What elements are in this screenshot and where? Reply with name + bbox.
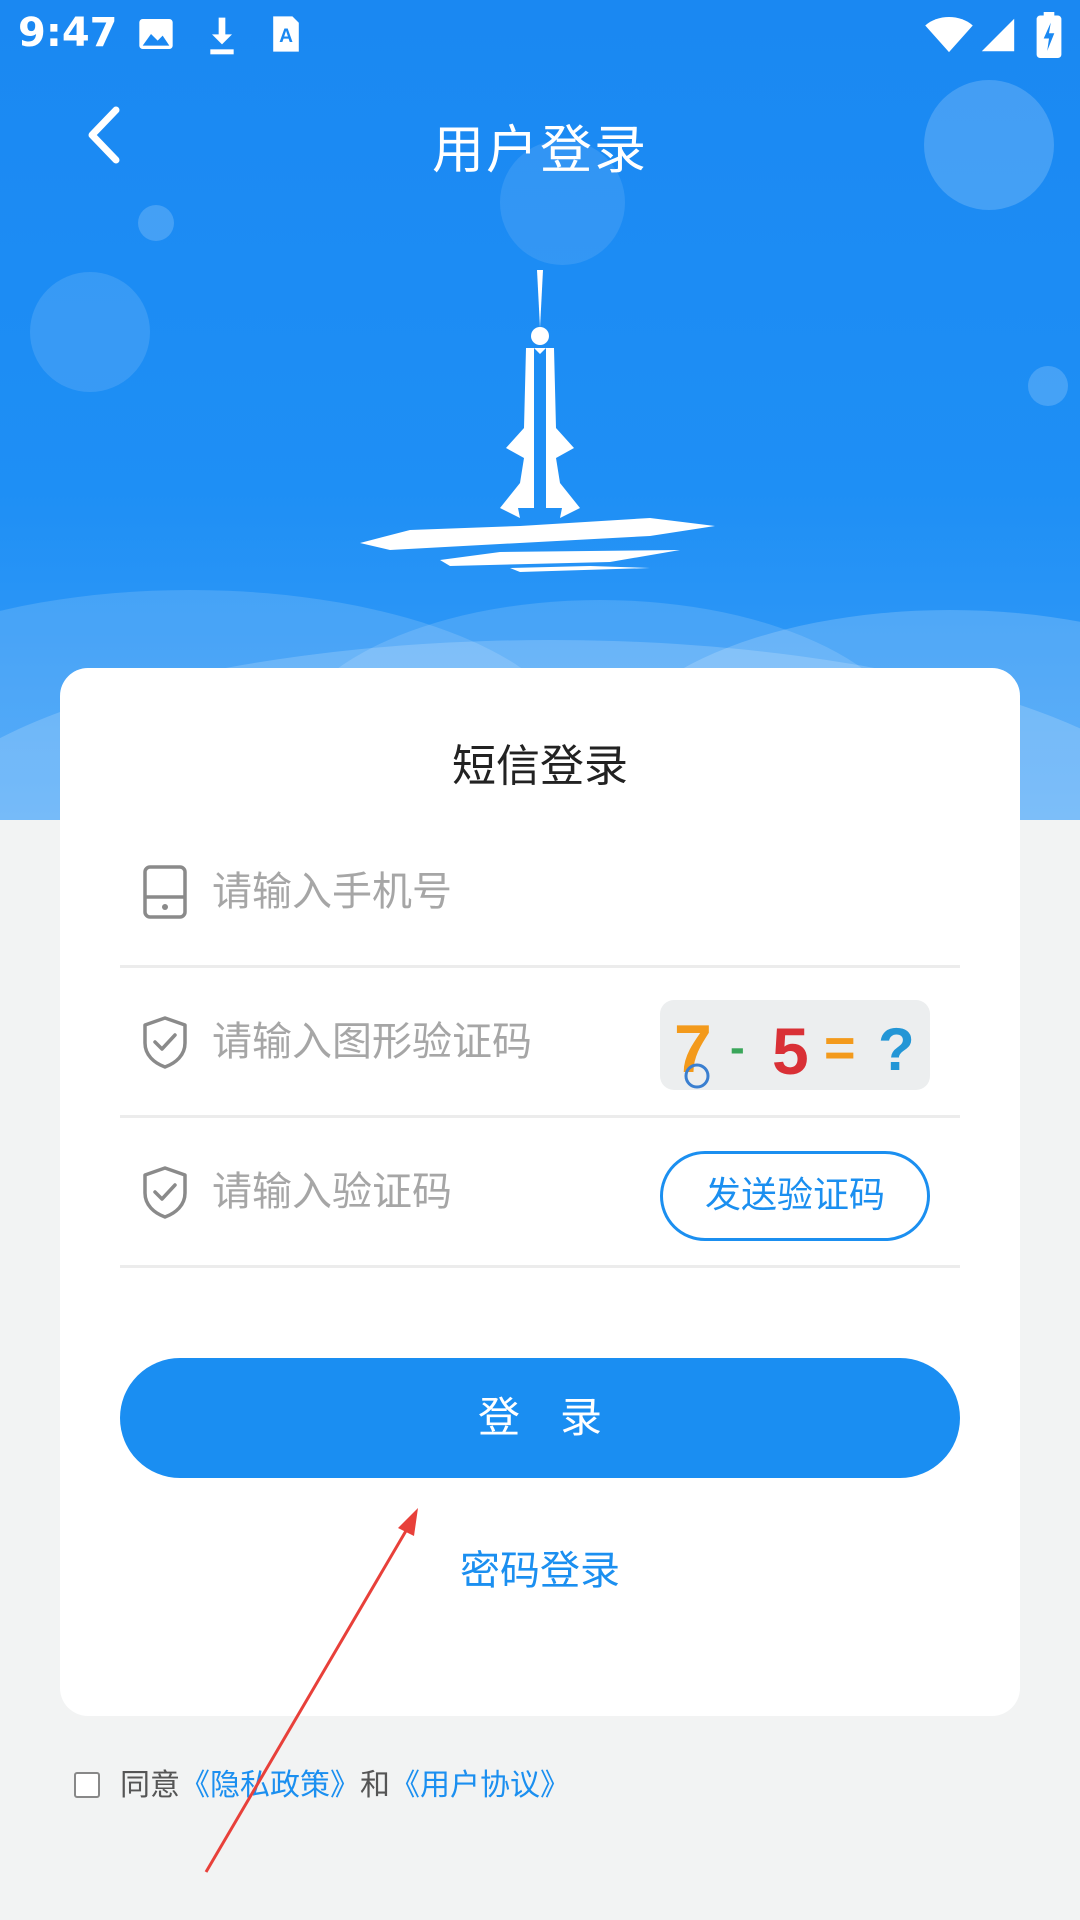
shield-check-icon — [143, 1015, 187, 1069]
phone-field-row — [120, 818, 960, 968]
password-login-link[interactable]: 密码登录 — [60, 1538, 1020, 1596]
status-bar: 9:47 A — [0, 0, 1080, 72]
login-card: 短信登录 7 - 5 = ? — [60, 668, 1020, 1716]
captcha-char-1: 7 — [674, 1011, 712, 1087]
city-landmark-logo — [360, 270, 715, 572]
captcha-char-3: 5 — [772, 1014, 809, 1088]
captcha-field-row: 7 - 5 = ? — [120, 968, 960, 1118]
agreement-prefix: 同意 — [120, 1768, 180, 1803]
user-agreement-link[interactable]: 《用户协议》 — [390, 1768, 570, 1803]
phone-input[interactable] — [212, 861, 652, 922]
card-title: 短信登录 — [452, 741, 628, 792]
captcha-image[interactable]: 7 - 5 = ? — [660, 1000, 930, 1090]
send-code-button[interactable]: 发送验证码 — [660, 1151, 930, 1241]
captcha-char-2: - — [730, 1023, 745, 1072]
sms-code-input[interactable] — [212, 1161, 652, 1222]
captcha-text: 7 - 5 = ? — [674, 1011, 915, 1089]
svg-text:A: A — [279, 26, 293, 47]
signal-icon — [981, 18, 1015, 52]
phone-icon — [143, 864, 187, 919]
status-time: 9:47 — [18, 10, 118, 56]
battery-charging-icon — [1036, 12, 1062, 58]
captcha-input[interactable] — [212, 1011, 652, 1072]
a-letter-icon: A — [273, 16, 299, 52]
sms-code-field-row: 发送验证码 — [120, 1118, 960, 1268]
page-title: 用户登录 — [431, 121, 648, 181]
agreement-joiner: 和 — [360, 1768, 390, 1803]
shield-check-icon — [143, 1165, 187, 1219]
privacy-policy-link[interactable]: 《隐私政策》 — [180, 1768, 360, 1803]
agreement-text: 同意《隐私政策》和《用户协议》 — [120, 1768, 570, 1804]
image-icon — [139, 19, 173, 49]
login-button[interactable]: 登录 — [120, 1358, 960, 1478]
wifi-icon — [925, 16, 973, 53]
captcha-char-4: = — [824, 1018, 856, 1078]
agreement-checkbox[interactable] — [74, 1772, 100, 1798]
download-icon — [210, 17, 234, 55]
captcha-char-5: ? — [878, 1016, 915, 1083]
